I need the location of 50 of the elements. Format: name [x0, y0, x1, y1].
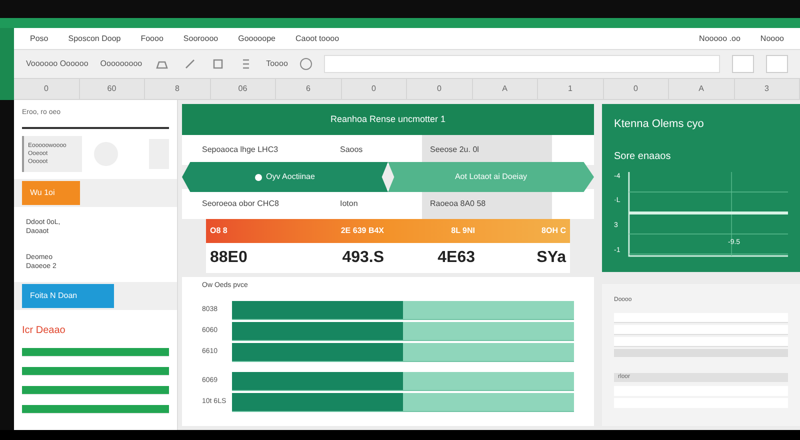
total-label: 8L 9NI	[450, 225, 476, 237]
menu-item[interactable]: Sposcon Doop	[68, 32, 121, 44]
panel-button[interactable]: Foita N Doan	[22, 284, 114, 308]
row-label: Saoos	[339, 144, 364, 156]
column-header[interactable]: 3	[764, 83, 769, 95]
panel-button[interactable]: Wu 1oi	[22, 180, 80, 204]
total-label: O8 8	[209, 225, 228, 237]
column-header[interactable]: A	[698, 83, 704, 95]
total-value: 88E0	[209, 248, 248, 268]
toolbar-label[interactable]: Voooooo Oooooo	[26, 58, 88, 70]
row-label: Ioton	[339, 198, 359, 210]
total-label: 2E 639 B4X	[340, 225, 385, 237]
row-label: Seoroeoa obor CHC8	[201, 198, 280, 210]
section-header: Reanhoa Rense uncmotter 1	[182, 104, 594, 135]
menu-item[interactable]: Gooooope	[238, 32, 276, 44]
column-header[interactable]: 0	[372, 83, 376, 95]
list-row[interactable]	[614, 313, 788, 323]
column-header[interactable]: 6	[306, 83, 310, 95]
total-value: 493.S	[341, 248, 385, 268]
column-header[interactable]: 0	[437, 83, 442, 95]
side-strip	[0, 28, 14, 100]
formula-field[interactable]	[324, 55, 720, 73]
column-header[interactable]: 60	[107, 83, 116, 95]
column-header[interactable]: 06	[238, 83, 248, 95]
toolbar-label[interactable]: Ooooooooo	[100, 58, 142, 70]
total-label: 8OH C	[540, 225, 567, 237]
menu-item[interactable]: Noooo	[760, 32, 784, 44]
column-header[interactable]: 0	[634, 83, 638, 95]
row-label: Raoeoa 8A0 58	[422, 189, 552, 219]
column-header[interactable]: 1	[568, 83, 572, 95]
column-header[interactable]: 0	[44, 83, 48, 95]
card-title: Ktenna Olems cyo	[614, 117, 705, 132]
menu-item[interactable]: Sooroooo	[183, 32, 218, 44]
menu-item[interactable]: Nooooo .oo	[699, 32, 740, 44]
toolbar-button[interactable]	[732, 55, 754, 73]
toolbar-label[interactable]: Toooo	[266, 58, 288, 70]
menu-item[interactable]: Caoot toooo	[295, 32, 340, 44]
column-header[interactable]: 8	[175, 83, 180, 95]
total-value: 4E63	[436, 248, 476, 268]
column-header[interactable]: A	[502, 83, 508, 95]
row-label: Sepoaoca lhge LHC3	[201, 144, 280, 156]
menu-item[interactable]: Poso	[30, 32, 48, 44]
toolbar-button[interactable]	[766, 55, 788, 73]
row-label: Seeose 2u. 0l	[422, 135, 552, 165]
list-row[interactable]	[614, 337, 788, 347]
total-value: SYa	[536, 248, 568, 268]
list-row[interactable]	[614, 325, 788, 335]
section-title: Icr Deaao	[22, 324, 66, 338]
menu-item[interactable]: Foooo	[140, 32, 164, 44]
card-subtitle: Sore enaaos	[614, 150, 672, 164]
